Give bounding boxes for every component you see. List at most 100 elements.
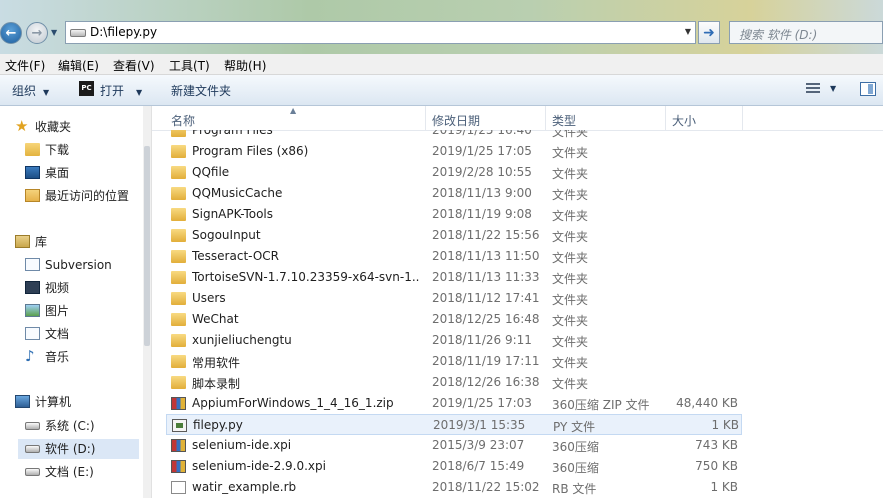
file-name: filepy.py: [193, 418, 243, 432]
file-date-modified: 2018/11/13 11:33: [432, 270, 540, 284]
file-type: 文件夹: [552, 209, 589, 223]
file-type: 文件夹: [552, 230, 589, 244]
file-date-modified: 2019/1/25 17:03: [432, 396, 532, 410]
view-options-icon[interactable]: [806, 83, 820, 95]
file-date-modified: 2018/11/19 17:11: [432, 354, 540, 368]
chevron-down-icon[interactable]: ▼: [830, 84, 836, 93]
arrow-left-icon: ←: [5, 25, 17, 41]
sidebar-item-label: 文档 (E:): [45, 465, 94, 479]
recent-pages-dropdown[interactable]: ▼: [51, 28, 57, 37]
folder-icon: [171, 313, 186, 326]
column-divider[interactable]: [742, 106, 743, 130]
address-bar-area: ← → ▼ D:\filepy.py ▼ ➜ 搜索 软件 (D:): [0, 0, 883, 54]
navigation-pane: ★ 收藏夹 下载 桌面 最近访问的位置 库 Subversion 视频 图片 文…: [0, 106, 152, 498]
table-row[interactable]: 脚本录制 2018/12/26 16:38 文件夹: [166, 372, 742, 393]
desktop-icon: [25, 166, 40, 179]
folder-icon: [171, 208, 186, 221]
file-type: 文件夹: [552, 146, 589, 160]
table-row[interactable]: Tesseract-OCR 2018/11/13 11:50 文件夹: [166, 246, 742, 267]
sidebar-item-label: 最近访问的位置: [45, 189, 130, 203]
table-row[interactable]: filepy.py 2019/3/1 15:35 PY 文件 1 KB: [166, 414, 742, 435]
arrow-right-icon: →: [31, 25, 43, 41]
star-icon: ★: [15, 117, 29, 135]
file-date-modified: 2018/6/7 15:49: [432, 459, 525, 473]
navigation-scrollbar[interactable]: [143, 106, 151, 498]
table-row[interactable]: selenium-ide-2.9.0.xpi 2018/6/7 15:49 360压…: [166, 456, 742, 477]
back-button[interactable]: ←: [0, 22, 22, 44]
go-arrow-icon: ➜: [703, 24, 715, 41]
file-icon: [171, 481, 186, 494]
chevron-down-icon: ▼: [136, 88, 143, 97]
sort-ascending-icon: ▲: [290, 106, 297, 115]
file-date-modified: 2018/11/19 9:08: [432, 207, 532, 221]
menu-view[interactable]: 查看(V): [113, 57, 155, 74]
table-row[interactable]: AppiumForWindows_1_4_16_1.zip 2019/1/25 1…: [166, 393, 742, 414]
table-row[interactable]: SignAPK-Tools 2018/11/19 9:08 文件夹: [166, 204, 742, 225]
file-type: 文件夹: [552, 356, 589, 370]
column-divider[interactable]: [665, 106, 666, 130]
table-row[interactable]: Users 2018/11/12 17:41 文件夹: [166, 288, 742, 309]
column-divider[interactable]: [545, 106, 546, 130]
library-icon: [15, 235, 30, 248]
forward-button[interactable]: →: [26, 22, 48, 44]
file-date-modified: 2018/11/26 9:11: [432, 333, 532, 347]
folder-icon: [171, 250, 186, 263]
open-button[interactable]: 打开 ▼: [100, 82, 142, 99]
file-date-modified: 2018/11/12 17:41: [432, 291, 540, 305]
menu-file[interactable]: 文件(F): [5, 57, 45, 74]
folder-icon: [171, 355, 186, 368]
folder-icon: [171, 229, 186, 242]
folder-icon: [171, 271, 186, 284]
table-row[interactable]: SogouInput 2018/11/22 15:56 文件夹: [166, 225, 742, 246]
file-type: 文件夹: [552, 251, 589, 265]
address-path-field[interactable]: D:\filepy.py ▼: [65, 21, 696, 44]
document-icon: [25, 327, 40, 340]
scrollbar-thumb[interactable]: [144, 146, 150, 346]
menu-help[interactable]: 帮助(H): [224, 57, 266, 74]
chevron-down-icon[interactable]: ▼: [685, 27, 691, 36]
zip-archive-icon: [171, 439, 186, 452]
menu-tools[interactable]: 工具(T): [169, 57, 210, 74]
table-row[interactable]: 常用软件 2018/11/19 17:11 文件夹: [166, 351, 742, 372]
open-label: 打开: [100, 84, 125, 98]
organize-button[interactable]: 组织 ▼: [12, 82, 49, 99]
table-row[interactable]: watir_example.rb 2018/11/22 15:02 RB 文件 1 K…: [166, 477, 742, 498]
table-row[interactable]: WeChat 2018/12/25 16:48 文件夹: [166, 309, 742, 330]
file-name: QQMusicCache: [192, 186, 283, 200]
column-header-row: ▲ 名称 修改日期 类型 大小: [152, 106, 883, 131]
table-row[interactable]: xunjieliuchengtu 2018/11/26 9:11 文件夹: [166, 330, 742, 351]
column-header-size[interactable]: 大小: [672, 112, 696, 129]
sidebar-item-label: 桌面: [45, 166, 70, 180]
file-name: Program Files (x86): [192, 144, 309, 158]
file-type: 360压缩 ZIP 文件: [552, 398, 650, 412]
table-row[interactable]: Program Files (x86) 2019/1/25 17:05 文件夹: [166, 141, 742, 162]
column-divider[interactable]: [425, 106, 426, 130]
table-row[interactable]: QQfile 2019/2/28 10:55 文件夹: [166, 162, 742, 183]
table-row[interactable]: QQMusicCache 2018/11/13 9:00 文件夹: [166, 183, 742, 204]
address-path-text: D:\filepy.py: [90, 25, 158, 39]
menu-edit[interactable]: 编辑(E): [58, 57, 99, 74]
downloads-folder-icon: [25, 143, 40, 156]
drive-icon: [25, 445, 40, 453]
table-row[interactable]: TortoiseSVN-1.7.10.23359-x64-svn-1.... 20…: [166, 267, 742, 288]
file-type: 文件夹: [552, 167, 589, 181]
folder-icon: [171, 292, 186, 305]
table-row[interactable]: selenium-ide.xpi 2015/3/9 23:07 360压缩 743 K…: [166, 435, 742, 456]
file-date-modified: 2015/3/9 23:07: [432, 438, 525, 452]
column-header-type[interactable]: 类型: [552, 112, 576, 129]
search-placeholder: 搜索 软件 (D:): [739, 28, 818, 42]
column-header-modified[interactable]: 修改日期: [432, 112, 480, 129]
file-type: 360压缩: [552, 440, 599, 454]
video-icon: [25, 281, 40, 294]
file-name: 常用软件: [192, 356, 241, 370]
search-input[interactable]: 搜索 软件 (D:): [729, 21, 883, 44]
sidebar-item-label: 系统 (C:): [45, 419, 95, 433]
preview-pane-icon[interactable]: [860, 82, 876, 96]
sidebar-item-label: 文档: [45, 327, 70, 341]
column-header-name[interactable]: 名称: [171, 112, 195, 129]
new-folder-button[interactable]: 新建文件夹: [171, 82, 231, 99]
go-button[interactable]: ➜: [698, 21, 720, 44]
file-name: 脚本录制: [192, 377, 241, 391]
computer-icon: [15, 395, 30, 408]
sidebar-item-drive-d[interactable]: 软件 (D:): [18, 439, 139, 459]
